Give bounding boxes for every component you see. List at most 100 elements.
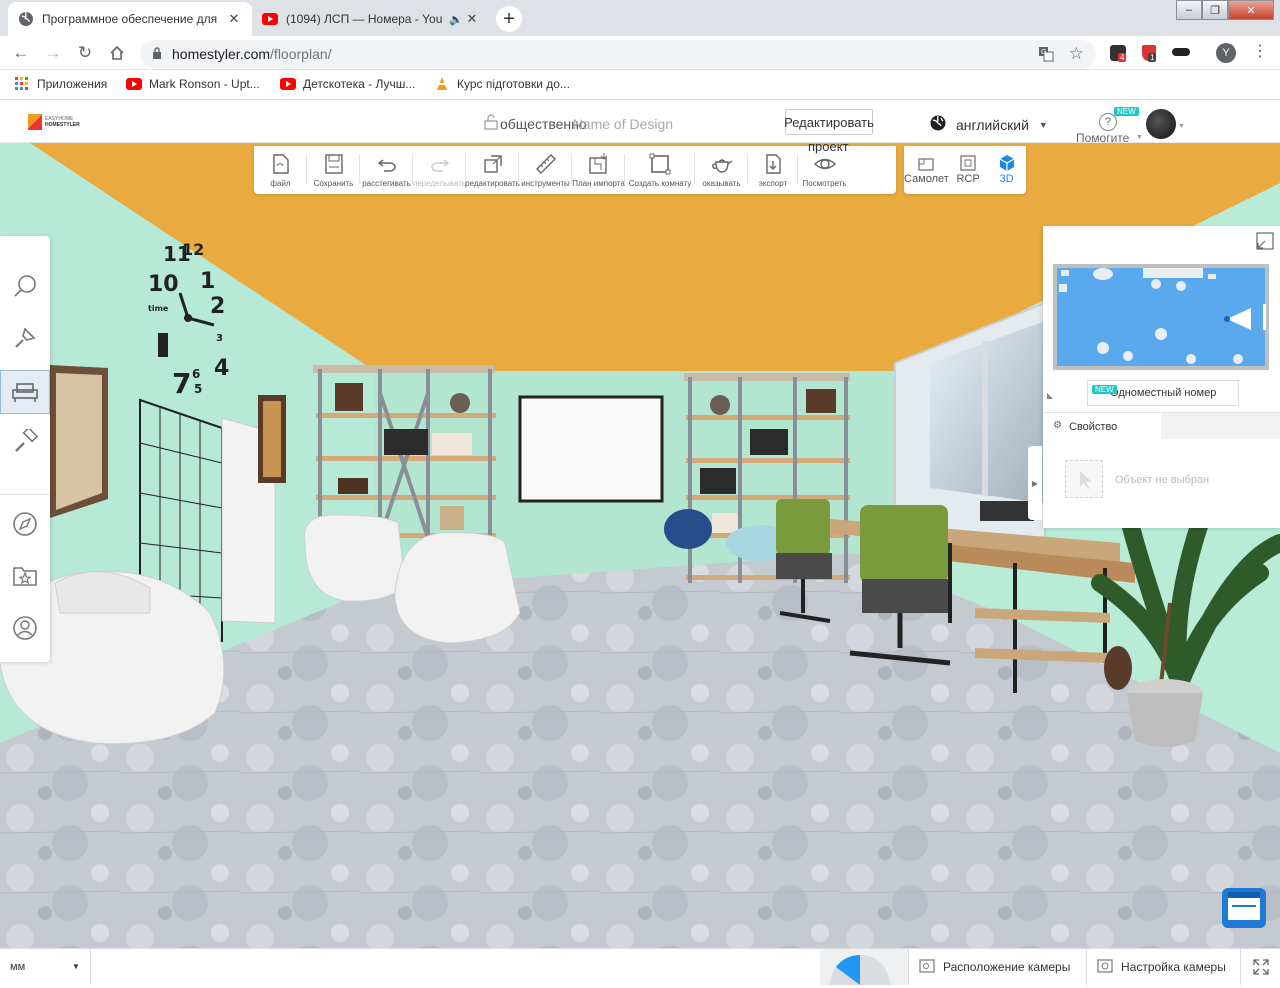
tab-close-icon[interactable]: ✕ [464, 11, 480, 27]
bookmark-course[interactable]: Курс підготовки до... [434, 76, 570, 92]
left-tool-favorites[interactable] [0, 554, 50, 598]
design-name-placeholder[interactable]: Name of Design [573, 116, 673, 132]
tool-create-room[interactable]: Создать комнату [625, 146, 695, 194]
tool-label: расстегивать [362, 179, 411, 188]
globe-icon [930, 115, 946, 134]
cube-icon [999, 155, 1015, 171]
user-avatar[interactable] [1146, 109, 1176, 139]
view-rcp-button[interactable]: RCP [949, 146, 988, 194]
back-icon[interactable]: ← [8, 40, 34, 66]
extension-badge: 1 [1148, 53, 1157, 62]
bookmark-mark-ronson[interactable]: Mark Ronson - Upt... [126, 76, 260, 92]
language-label: английский [956, 116, 1029, 133]
address-bar[interactable]: homestyler.com/floorplan/ G ☆ [140, 40, 1096, 68]
unlock-icon [484, 114, 498, 133]
search-icon [14, 275, 36, 297]
logo-mark-icon [28, 114, 42, 130]
tool-render[interactable]: оказывать [695, 146, 748, 194]
minimize-button[interactable]: – [1176, 0, 1202, 20]
empty-selection-message: Объект не выбран [1115, 474, 1210, 486]
unit-selector[interactable]: мм ▼ [0, 949, 91, 985]
youtube-icon [280, 76, 296, 92]
design-title-area[interactable]: общественно Name of Design [484, 114, 673, 133]
tab-close-icon[interactable]: ✕ [226, 11, 242, 27]
bookmark-detskoteka[interactable]: Детскотека - Лучш... [280, 76, 415, 92]
tool-export[interactable]: экспорт [748, 146, 798, 194]
chevron-down-icon: ▼ [72, 962, 80, 971]
reload-icon[interactable]: ↻ [72, 40, 98, 66]
left-tool-build[interactable] [0, 316, 50, 360]
edit-project-button[interactable]: Редактировать [784, 109, 874, 135]
browser-tab-youtube[interactable]: (1094) ЛСП — Номера - You 🔈 ✕ [252, 2, 490, 36]
bookmark-star-icon[interactable]: ☆ [1069, 44, 1084, 64]
new-tab-button[interactable]: + [496, 6, 522, 32]
left-tool-inspire[interactable] [0, 502, 50, 546]
tool-tools[interactable]: инструменты [519, 146, 572, 194]
incognito-extension-icon[interactable] [1172, 48, 1190, 56]
plane-icon [918, 158, 935, 171]
profile-avatar[interactable]: Y [1216, 43, 1236, 63]
undo-icon [377, 159, 396, 172]
bottom-status-bar: мм ▼ Расположение камеры Настройка камер… [0, 948, 1280, 988]
property-icon: ⚙ [1053, 420, 1062, 431]
close-window-button[interactable]: ✕ [1228, 0, 1274, 20]
star-folder-icon [13, 567, 37, 586]
view-plane-button[interactable]: Самолет [904, 146, 949, 194]
tool-edit[interactable]: редактировать [465, 146, 520, 194]
tool-import-plan[interactable]: План импорта [572, 146, 625, 194]
left-tool-paint[interactable] [0, 420, 50, 464]
tool-label: переделывать [412, 179, 467, 188]
browser-tab-strip: Программное обеспечение для ✕ (1094) ЛСП… [0, 0, 1280, 36]
language-selector[interactable]: английский ▼ [930, 115, 1048, 134]
camera-compass[interactable] [820, 949, 908, 988]
view-label: RCP [956, 173, 980, 185]
translate-icon[interactable]: G [1038, 46, 1054, 65]
fullscreen-button[interactable] [1240, 949, 1280, 985]
bookmark-label: Приложения [37, 77, 108, 91]
homestyler-logo[interactable]: EASYHOME HOMESTYLER [28, 114, 80, 130]
browser-tab-active[interactable]: Программное обеспечение для ✕ [8, 2, 252, 36]
shield-extension-icon[interactable]: 1 [1142, 45, 1157, 62]
room-new-badge: NEW [1092, 385, 1117, 394]
left-tool-furnish[interactable] [0, 370, 50, 414]
maximize-button[interactable]: ❐ [1202, 0, 1228, 20]
left-tool-search[interactable] [0, 264, 50, 308]
tool-redo[interactable]: переделывать [413, 146, 466, 194]
user-icon [13, 616, 37, 640]
lock-icon [152, 46, 162, 62]
extension-icon[interactable]: 4 [1110, 45, 1127, 62]
no-selection-icon [1065, 460, 1103, 498]
tool-save[interactable]: Сохранить [307, 146, 360, 194]
unit-label: мм [10, 961, 26, 973]
camera-position-button[interactable]: Расположение камеры [908, 949, 1086, 985]
tool-file[interactable]: файл [254, 146, 307, 194]
chevron-down-icon: ▼ [1136, 134, 1143, 141]
room-name-field[interactable]: NEW Одноместный номер [1087, 380, 1239, 406]
bookmark-label: Mark Ronson - Upt... [149, 77, 260, 91]
tab-property[interactable]: ⚙ Свойство [1043, 413, 1161, 440]
home-icon[interactable] [104, 40, 130, 66]
help-button[interactable]: ? NEW Помогите ▼ [1076, 107, 1143, 145]
panel-toggle-handle[interactable]: ▶ [1028, 446, 1042, 520]
property-tabs: ⚙ Свойство [1043, 412, 1280, 440]
resize-corner-icon[interactable]: ◣ [1047, 391, 1053, 400]
minimap[interactable] [1053, 264, 1269, 370]
bookmark-apps[interactable]: Приложения [14, 76, 107, 92]
clock-number-1: 1 [200, 269, 215, 294]
collapse-minimap-icon[interactable] [1254, 230, 1276, 252]
feedback-chat-button[interactable] [1220, 886, 1268, 930]
camera-settings-button[interactable]: Настройка камеры [1086, 949, 1240, 985]
edit-project-label-overflow: проект [808, 139, 849, 154]
tool-label: экспорт [758, 179, 788, 188]
menu-kebab-icon[interactable]: ⋮ [1252, 41, 1268, 61]
left-tool-account[interactable] [0, 606, 50, 650]
view-3d-button[interactable]: 3D [987, 146, 1026, 194]
tool-undo[interactable]: расстегивать [360, 146, 413, 194]
import-plan-icon [588, 153, 607, 174]
url-path: /floorplan/ [270, 46, 332, 62]
tab-audio-icon[interactable]: 🔈 [448, 13, 464, 26]
export-icon [766, 154, 781, 174]
rcp-icon [960, 155, 976, 171]
forward-icon[interactable]: → [40, 40, 66, 66]
camera-compass-icon [830, 955, 890, 988]
